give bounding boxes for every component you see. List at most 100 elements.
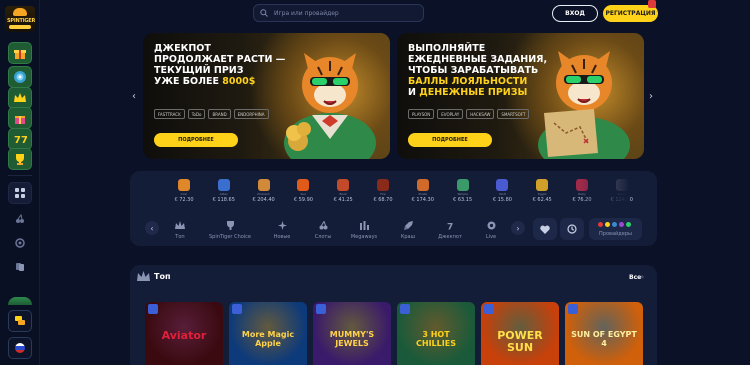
sidebar-cherry-button[interactable] xyxy=(8,208,32,230)
chip-icon xyxy=(15,238,25,248)
game-card-title: More Magic Apple xyxy=(241,330,295,348)
recent-win-item[interactable]: Egypt € 62.45 xyxy=(522,179,562,206)
game-card[interactable]: MUMMY'S JEWELS xyxy=(313,302,391,365)
sidebar-wheel-button[interactable] xyxy=(8,66,32,88)
win-amount: € 15.80 xyxy=(492,197,512,203)
search-input[interactable] xyxy=(274,9,414,17)
tab-label: Краш xyxy=(400,234,416,240)
ribbon-fade-left xyxy=(140,176,180,208)
tab-label: Джекпот xyxy=(438,234,462,240)
game-name: Coin xyxy=(180,192,188,196)
partner-logo: SMARTSOFT xyxy=(497,109,530,119)
tab-top[interactable]: Топ xyxy=(155,220,205,240)
providers-button[interactable]: Провайдеры xyxy=(589,218,642,240)
provider-badge-icon xyxy=(232,304,242,314)
tab-label: Топ xyxy=(175,234,185,240)
recent-win-item[interactable]: Temple € 63.15 xyxy=(443,179,483,206)
recent-win-item[interactable]: Aztec € 118.65 xyxy=(204,179,244,206)
banner-highlight: ДЕНЕЖНЫЕ ПРИЗЫ xyxy=(419,87,528,98)
banner-highlight-line: БАЛЛЫ ЛОЯЛЬНОСТИ xyxy=(408,76,528,87)
win-amount: € 63.15 xyxy=(453,197,473,203)
sidebar-live-button[interactable] xyxy=(8,232,32,254)
tab-live[interactable]: Live xyxy=(466,220,516,240)
favorites-button[interactable] xyxy=(533,218,557,240)
search-bar[interactable] xyxy=(253,4,424,22)
sidebar-slots-button[interactable]: 77 xyxy=(8,128,32,150)
cherry-icon xyxy=(319,220,327,229)
banner-title-line: ТЕКУЩИЙ ПРИЗ xyxy=(154,65,244,76)
banner-prev-arrow[interactable]: ‹ xyxy=(129,89,139,103)
seven-icon: 7 xyxy=(447,222,453,230)
win-amount: € 174.30 xyxy=(411,197,434,203)
game-name: Pirate xyxy=(418,192,428,196)
banner-title-line: ЧТОБЫ ЗАРАБАТЫВАТЬ xyxy=(408,65,539,76)
login-button[interactable]: ВХОД xyxy=(552,5,598,22)
history-icon xyxy=(567,224,577,234)
recent-win-item[interactable]: Sun € 59.90 xyxy=(283,179,323,206)
chevron-right-icon[interactable]: » xyxy=(640,273,644,281)
game-card[interactable]: 3 HOT CHILLIES xyxy=(397,302,475,365)
sidebar-chat-button[interactable] xyxy=(8,310,32,332)
cherry-icon xyxy=(16,214,24,223)
tab-label: Новые xyxy=(273,234,291,240)
partner-logo: PLAYSON xyxy=(408,109,435,119)
search-icon xyxy=(260,9,268,17)
sidebar-gift-button[interactable] xyxy=(8,42,32,64)
recent-win-item[interactable]: Pirate € 174.30 xyxy=(403,179,443,206)
game-card[interactable]: POWER SUN xyxy=(481,302,559,365)
missions-banner[interactable]: ВЫПОЛНЯЙТЕ ЕЖЕДНЕВНЫЕ ЗАДАНИЯ, ЧТОБЫ ЗАР… xyxy=(397,33,644,159)
banner-more-button[interactable]: ПОДРОБНЕЕ xyxy=(408,133,492,147)
banner-more-button[interactable]: ПОДРОБНЕЕ xyxy=(154,133,238,147)
tab-megaways[interactable]: Megaways xyxy=(339,220,389,240)
recent-win-item[interactable]: Book € 41.25 xyxy=(323,179,363,206)
crown-icon xyxy=(137,271,150,281)
banner-title-line: ЕЖЕДНЕВНЫЕ ЗАДАНИЯ, xyxy=(408,54,548,65)
logo-wordmark: SPINTIGER xyxy=(7,18,35,24)
jackpot-banner[interactable]: ДЖЕКПОТ ПРОДОЛЖАЕТ РАСТИ — ТЕКУЩИЙ ПРИЗ … xyxy=(143,33,390,159)
recent-win-item[interactable]: Pharaoh € 204.40 xyxy=(244,179,284,206)
banner-next-arrow[interactable]: › xyxy=(646,89,656,103)
game-thumbnail-icon xyxy=(536,179,549,191)
tiger-mascot-image xyxy=(284,53,376,159)
section-title: Топ xyxy=(154,272,171,281)
banner-title-line: И ДЕНЕЖНЫЕ ПРИЗЫ xyxy=(408,87,548,98)
game-thumbnail-icon xyxy=(297,179,310,191)
crown-icon xyxy=(14,93,26,102)
sidebar-all-games-button[interactable] xyxy=(8,182,32,204)
wheel-icon xyxy=(14,71,26,83)
win-amount: € 62.45 xyxy=(532,197,552,203)
game-thumbnail-icon xyxy=(416,179,429,191)
sidebar-cards-button[interactable] xyxy=(8,256,32,278)
site-logo[interactable]: SPINTIGER xyxy=(5,6,35,32)
providers-label: Провайдеры xyxy=(599,231,632,237)
tab-label: Megaways xyxy=(350,234,378,240)
game-name: Pharaoh xyxy=(257,192,270,196)
providers-icon xyxy=(598,222,631,227)
sidebar-language-button[interactable] xyxy=(8,337,32,359)
game-name: Wolf xyxy=(499,192,506,196)
tiger-map-mascot-image xyxy=(538,51,630,159)
provider-badge-icon xyxy=(484,304,494,314)
partner-logo: HACKSAW xyxy=(466,109,495,119)
sidebar-vip-button[interactable] xyxy=(8,87,32,109)
tab-label: Слоты xyxy=(314,234,332,240)
jackpot-amount: 8000$ xyxy=(222,76,256,87)
register-gift-icon xyxy=(648,0,656,8)
recent-win-item[interactable]: Fire € 68.70 xyxy=(363,179,403,206)
game-card[interactable]: SUN OF EGYPT 4 xyxy=(565,302,643,365)
recent-win-item[interactable]: Wolf € 15.80 xyxy=(482,179,522,206)
game-thumbnail-icon xyxy=(337,179,350,191)
gift-box-icon xyxy=(15,116,25,124)
game-thumbnail-icon xyxy=(377,179,389,191)
banner-title-line: УЖЕ БОЛЕЕ 8000$ xyxy=(154,76,294,87)
sidebar-promo-button[interactable] xyxy=(8,107,32,129)
banner-title-tail: И xyxy=(408,87,420,98)
game-card-title: Aviator xyxy=(161,329,207,342)
grid-icon xyxy=(15,188,25,198)
sidebar-tournament-button[interactable] xyxy=(8,148,32,170)
tab-spintiger-choice[interactable]: SpinTiger Choice xyxy=(205,220,255,240)
recent-games-button[interactable] xyxy=(560,218,584,240)
banner-title-line: ДЖЕКПОТ xyxy=(154,43,211,54)
game-card[interactable]: More Magic Apple xyxy=(229,302,307,365)
game-card[interactable]: Aviator xyxy=(145,302,223,365)
